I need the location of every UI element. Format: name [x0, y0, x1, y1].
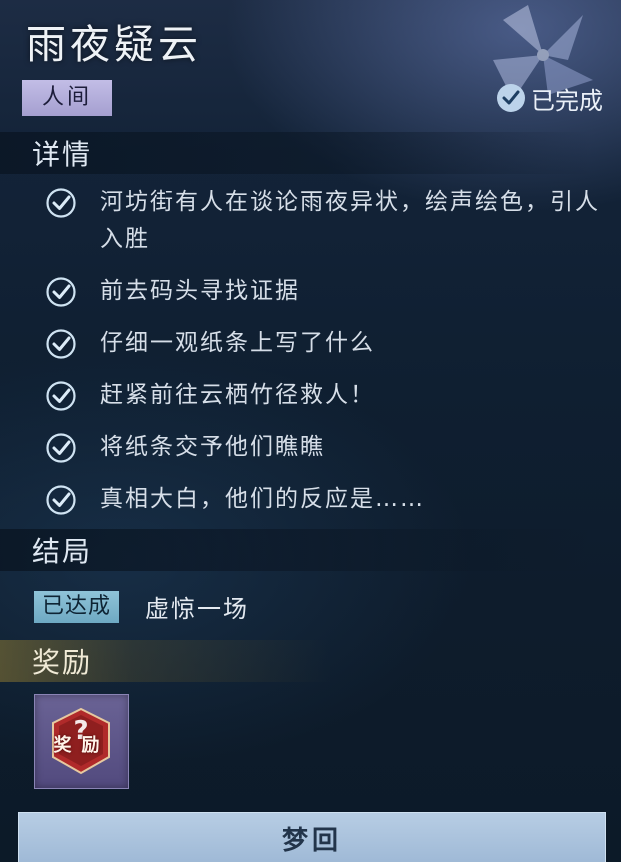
task-done-check-icon — [46, 277, 76, 307]
task-done-check-icon — [46, 329, 76, 359]
region-tag: 人间 — [22, 80, 112, 116]
ending-section-header: 结局 — [0, 529, 592, 571]
quest-title: 雨夜疑云 — [26, 22, 202, 68]
task-item: 河坊街有人在谈论雨夜异状，绘声绘色，引人入胜 — [44, 184, 610, 258]
task-list: 河坊街有人在谈论雨夜异状，绘声绘色，引人入胜 前去码头寻找证据 仔细一观纸条上写… — [44, 184, 610, 533]
quest-detail-panel: 雨夜疑云 人间 已完成 详情 河坊街有人在谈论雨夜异状，绘声绘色，引人入胜 前去… — [0, 0, 621, 862]
dream-return-button[interactable]: 梦回 — [18, 812, 606, 862]
reward-section-header: 奖励 — [0, 640, 332, 682]
task-done-check-icon — [46, 188, 76, 218]
reward-item-card[interactable]: ? 奖励 — [34, 694, 129, 789]
task-text: 河坊街有人在谈论雨夜异状，绘声绘色，引人入胜 — [100, 189, 600, 252]
task-item: 仔细一观纸条上写了什么 — [44, 325, 610, 362]
completed-check-icon — [497, 84, 525, 112]
task-item: 赶紧前往云栖竹径救人！ — [44, 377, 610, 414]
task-text: 前去码头寻找证据 — [100, 278, 300, 304]
details-section-header: 详情 — [0, 132, 592, 174]
task-text: 仔细一观纸条上写了什么 — [100, 330, 375, 356]
task-text: 赶紧前往云栖竹径救人！ — [100, 382, 375, 408]
ending-header-label: 结局 — [32, 535, 93, 568]
completion-status: 已完成 — [497, 80, 603, 116]
reward-header-label: 奖励 — [32, 646, 93, 679]
task-text: 真相大白，他们的反应是…… — [100, 486, 425, 512]
task-item: 前去码头寻找证据 — [44, 273, 610, 310]
achieved-badge: 已达成 — [34, 590, 120, 623]
status-label: 已完成 — [531, 86, 603, 115]
details-header-label: 详情 — [32, 138, 93, 171]
task-done-check-icon — [46, 485, 76, 515]
task-text: 将纸条交予他们瞧瞧 — [100, 434, 325, 460]
task-done-check-icon — [46, 381, 76, 411]
task-item: 将纸条交予他们瞧瞧 — [44, 429, 610, 466]
task-item: 真相大白，他们的反应是…… — [44, 481, 610, 518]
ending-name: 虚惊一场 — [145, 595, 250, 623]
reward-item-label: 奖励 — [53, 735, 110, 756]
task-done-check-icon — [46, 433, 76, 463]
ending-row: 已达成 虚惊一场 — [34, 589, 249, 624]
